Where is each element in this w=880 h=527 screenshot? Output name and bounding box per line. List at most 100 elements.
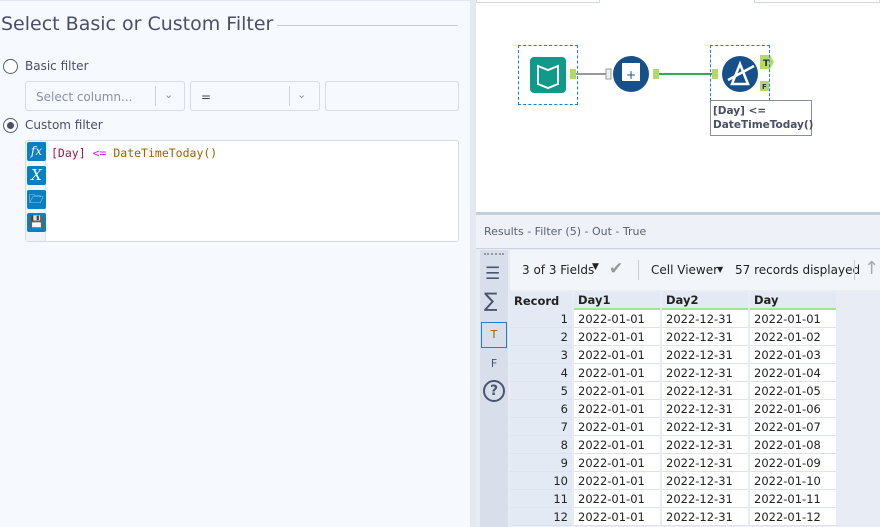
- table-cell[interactable]: 2022-12-31: [662, 400, 748, 418]
- output-anchor: [570, 69, 576, 79]
- record-number[interactable]: 10: [510, 472, 572, 490]
- basic-filter-label[interactable]: Basic filter: [25, 59, 89, 73]
- table-cell[interactable]: 2022-12-31: [662, 490, 748, 508]
- table-row[interactable]: 4 2022-01-01 2022-12-31 2022-01-04: [510, 364, 836, 382]
- column-header[interactable]: Record: [510, 292, 572, 310]
- column-header[interactable]: Day2: [662, 292, 748, 310]
- table-cell[interactable]: 2022-01-01: [574, 508, 660, 526]
- table-cell[interactable]: 2022-01-01: [574, 418, 660, 436]
- record-number[interactable]: 9: [510, 454, 572, 472]
- record-number[interactable]: 12: [510, 508, 572, 526]
- help-icon[interactable]: ?: [483, 380, 505, 402]
- drag-handle[interactable]: [484, 253, 504, 255]
- basic-filter-radio[interactable]: [3, 59, 18, 74]
- table-cell[interactable]: 2022-01-01: [574, 328, 660, 346]
- table-cell[interactable]: 2022-01-12: [750, 508, 836, 526]
- record-number[interactable]: 4: [510, 364, 572, 382]
- output-anchor: [653, 69, 659, 79]
- custom-filter-label[interactable]: Custom filter: [25, 118, 103, 132]
- table-cell[interactable]: 2022-12-31: [662, 364, 748, 382]
- results-sidebar: ☰ ∑ T F ?: [480, 250, 508, 527]
- cell-viewer-dropdown[interactable]: Cell Viewer: [651, 263, 718, 277]
- table-row[interactable]: 3 2022-01-01 2022-12-31 2022-01-03: [510, 346, 836, 364]
- summary-icon[interactable]: ∑: [484, 288, 497, 312]
- value-input[interactable]: [325, 81, 459, 111]
- column-header[interactable]: Day: [750, 292, 836, 310]
- open-folder-icon[interactable]: 🗁: [27, 190, 46, 209]
- function-icon[interactable]: fx: [27, 142, 46, 161]
- table-cell[interactable]: 2022-01-01: [574, 490, 660, 508]
- table-row[interactable]: 6 2022-01-01 2022-12-31 2022-01-06: [510, 400, 836, 418]
- table-cell[interactable]: 2022-12-31: [662, 418, 748, 436]
- operator-value: =: [201, 90, 212, 104]
- chevron-down-icon: ⌄: [297, 88, 307, 101]
- list-view-icon[interactable]: ☰: [485, 264, 500, 284]
- table-cell[interactable]: 2022-12-31: [662, 436, 748, 454]
- table-row[interactable]: 12 2022-01-01 2022-12-31 2022-01-12: [510, 508, 836, 526]
- table-row[interactable]: 11 2022-01-01 2022-12-31 2022-01-11: [510, 490, 836, 508]
- table-cell[interactable]: 2022-12-31: [662, 310, 748, 328]
- table-cell[interactable]: 2022-01-09: [750, 454, 836, 472]
- table-cell[interactable]: 2022-01-01: [574, 454, 660, 472]
- table-cell[interactable]: 2022-01-01: [574, 436, 660, 454]
- table-cell[interactable]: 2022-01-01: [574, 382, 660, 400]
- table-row[interactable]: 2 2022-01-01 2022-12-31 2022-01-02: [510, 328, 836, 346]
- table-cell[interactable]: 2022-01-01: [574, 400, 660, 418]
- table-cell[interactable]: 2022-12-31: [662, 346, 748, 364]
- results-table: Record Day1 Day2 Day 1 2022-01-01 2022-12-31 2…: [508, 292, 838, 526]
- table-cell[interactable]: 2022-01-01: [574, 310, 660, 328]
- column-header[interactable]: Day1: [574, 292, 660, 310]
- table-cell[interactable]: 2022-01-01: [574, 364, 660, 382]
- workflow-graph: + T F: [530, 55, 774, 93]
- table-cell[interactable]: 2022-01-05: [750, 382, 836, 400]
- filter-tool-selection[interactable]: [710, 45, 770, 101]
- table-cell[interactable]: 2022-12-31: [662, 454, 748, 472]
- save-icon[interactable]: 💾: [27, 213, 46, 232]
- table-row[interactable]: 5 2022-01-01 2022-12-31 2022-01-05: [510, 382, 836, 400]
- caret-down-icon[interactable]: ▼: [592, 262, 599, 272]
- table-row[interactable]: 1 2022-01-01 2022-12-31 2022-01-01: [510, 310, 836, 328]
- caret-down-icon[interactable]: ▼: [717, 265, 723, 274]
- checkmark-icon[interactable]: ✔: [609, 259, 623, 279]
- record-number[interactable]: 11: [510, 490, 572, 508]
- table-cell[interactable]: 2022-01-01: [574, 346, 660, 364]
- table-cell[interactable]: 2022-01-04: [750, 364, 836, 382]
- variable-icon[interactable]: X: [27, 166, 46, 185]
- operator-select[interactable]: = ⌄: [190, 81, 320, 111]
- arrow-up-icon[interactable]: ↑: [864, 258, 879, 279]
- column-select[interactable]: Select column... ⌄: [25, 81, 185, 111]
- record-number[interactable]: 8: [510, 436, 572, 454]
- true-output-tab[interactable]: T: [481, 322, 507, 348]
- record-number[interactable]: 2: [510, 328, 572, 346]
- table-cell[interactable]: 2022-01-07: [750, 418, 836, 436]
- table-cell[interactable]: 2022-01-11: [750, 490, 836, 508]
- table-cell[interactable]: 2022-12-31: [662, 508, 748, 526]
- false-output-tab[interactable]: F: [481, 352, 507, 378]
- table-row[interactable]: 10 2022-01-01 2022-12-31 2022-01-10: [510, 472, 836, 490]
- table-cell[interactable]: 2022-12-31: [662, 328, 748, 346]
- record-number[interactable]: 6: [510, 400, 572, 418]
- expression-editor[interactable]: fx X 🗁 💾 [Day] <= DateTimeToday(): [25, 140, 459, 242]
- table-cell[interactable]: 2022-01-01: [750, 310, 836, 328]
- record-number[interactable]: 7: [510, 418, 572, 436]
- table-cell[interactable]: 2022-12-31: [662, 382, 748, 400]
- table-cell[interactable]: 2022-01-08: [750, 436, 836, 454]
- table-cell[interactable]: 2022-01-06: [750, 400, 836, 418]
- table-cell[interactable]: 2022-12-31: [662, 472, 748, 490]
- fields-dropdown[interactable]: 3 of 3 Fields: [522, 263, 594, 277]
- table-row[interactable]: 8 2022-01-01 2022-12-31 2022-01-08: [510, 436, 836, 454]
- results-header: Results - Filter (5) - Out - True: [476, 215, 880, 249]
- custom-filter-radio[interactable]: [3, 118, 18, 133]
- table-cell[interactable]: 2022-01-10: [750, 472, 836, 490]
- table-row[interactable]: 9 2022-01-01 2022-12-31 2022-01-09: [510, 454, 836, 472]
- table-cell[interactable]: 2022-01-03: [750, 346, 836, 364]
- filter-config-panel: Select Basic or Custom Filter Basic filt…: [0, 0, 470, 527]
- record-number[interactable]: 3: [510, 346, 572, 364]
- input-anchor: [605, 68, 612, 80]
- table-cell[interactable]: 2022-01-02: [750, 328, 836, 346]
- table-cell[interactable]: 2022-01-01: [574, 472, 660, 490]
- record-number[interactable]: 5: [510, 382, 572, 400]
- table-row[interactable]: 7 2022-01-01 2022-12-31 2022-01-07: [510, 418, 836, 436]
- record-number[interactable]: 1: [510, 310, 572, 328]
- expression-text: [Day] <= DateTimeToday(): [51, 146, 218, 160]
